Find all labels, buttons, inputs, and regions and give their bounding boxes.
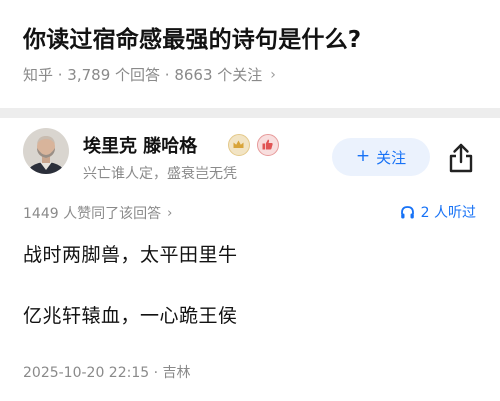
post-meta: 2025-10-20 22:15 · 吉林 — [23, 365, 191, 381]
upvote-info[interactable]: 1449 人赞同了该回答 › — [23, 203, 172, 223]
listen-info[interactable]: 2 人听过 — [400, 202, 476, 222]
upvote-text: 1449 人赞同了该回答 — [23, 206, 162, 222]
question-card: 你读过宿命感最强的诗句是什么? 知乎 · 3,789 个回答 · 8663 个关… — [0, 0, 500, 108]
author-bio: 兴亡谁人定，盛衰岂无凭 — [83, 166, 237, 182]
share-button[interactable] — [446, 142, 476, 174]
author-name[interactable]: 埃里克 滕哈格 — [83, 132, 197, 158]
question-meta-text: 知乎 · 3,789 个回答 · 8663 个关注 — [23, 66, 263, 84]
answer-card: 埃里克 滕哈格 兴亡谁人定，盛衰岂无凭 + 关注 1449 人赞同了该回答 › — [0, 118, 500, 401]
person-avatar-icon — [23, 128, 69, 174]
chevron-right-icon: › — [167, 205, 173, 221]
question-meta[interactable]: 知乎 · 3,789 个回答 · 8663 个关注 › — [23, 64, 276, 85]
headphones-icon — [400, 205, 414, 218]
follow-label: 关注 — [376, 148, 407, 167]
listen-text: 2 人听过 — [420, 205, 476, 221]
question-title[interactable]: 你读过宿命感最强的诗句是什么? — [23, 20, 361, 54]
share-icon — [449, 143, 473, 173]
thumb-up-badge-icon[interactable] — [257, 134, 279, 156]
chevron-right-icon: › — [270, 66, 276, 83]
crown-badge-icon[interactable] — [228, 134, 250, 156]
follow-button[interactable]: + 关注 — [332, 138, 430, 176]
plus-icon: + — [355, 146, 371, 166]
answer-line: 战时两脚兽，太平田里牛 — [23, 244, 238, 266]
avatar[interactable] — [23, 128, 69, 174]
answer-line: 亿兆轩辕血，一心跪王侯 — [23, 305, 238, 327]
